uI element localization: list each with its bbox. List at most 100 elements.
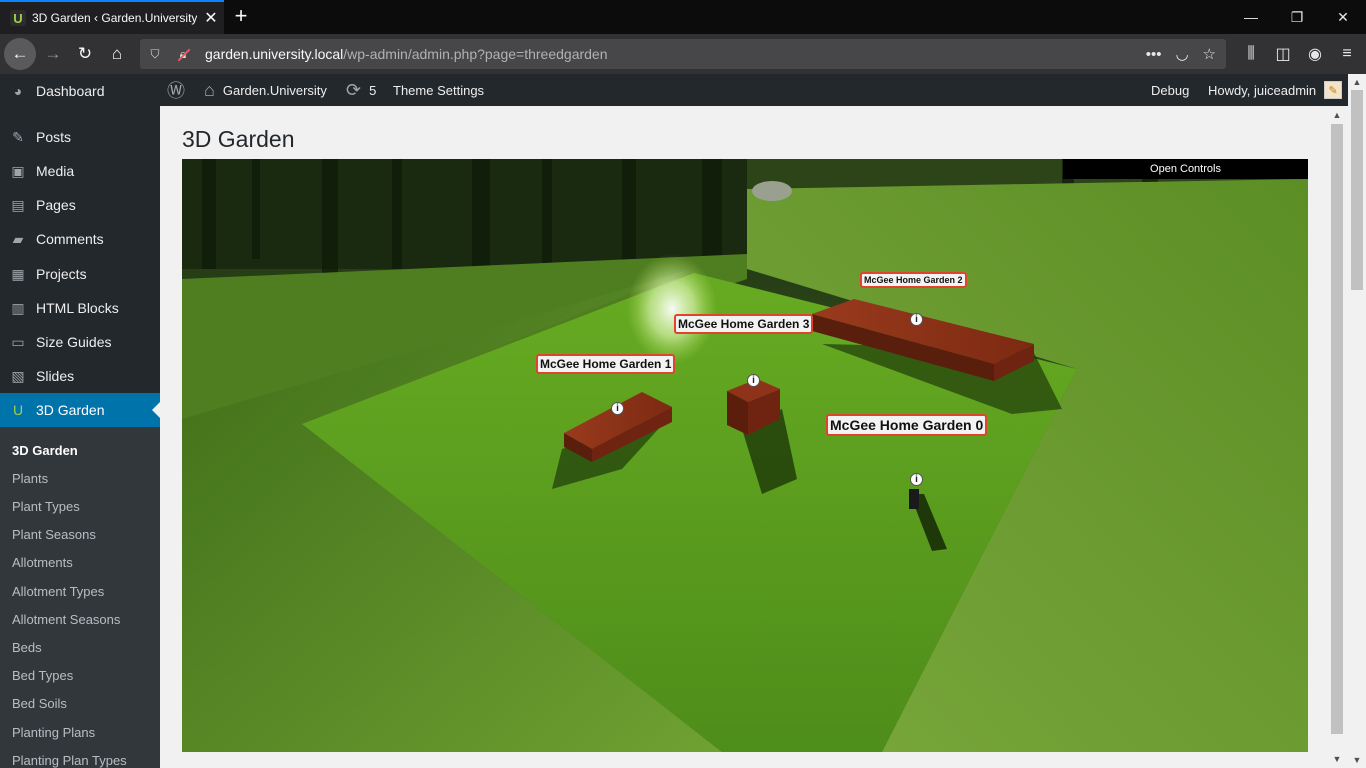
media-icon: ▣ [11,162,25,179]
arrow-left-icon: ← [11,44,29,63]
garden-label-3[interactable]: McGee Home Garden 3 [674,314,814,334]
comment-icon: ▰ [12,230,24,247]
garden-label-0[interactable]: McGee Home Garden 0 [826,414,988,436]
scroll-up-icon[interactable]: ▲ [1348,77,1366,87]
menu-label: Slides [36,368,75,384]
home-button[interactable]: ⌂ [102,39,132,69]
restore-button[interactable]: ❐ [1274,0,1320,34]
menu-label: Projects [36,266,87,282]
garden-label-2[interactable]: McGee Home Garden 2 [860,272,967,288]
menu-item-html-blocks[interactable]: ▥ HTML Blocks [0,291,160,325]
howdy-label: Howdy, juiceadmin [1208,82,1317,98]
garden-3d-canvas[interactable]: Open Controls McGee Home Garden 0 McGee … [182,159,1308,752]
scroll-up-icon[interactable]: ▲ [1328,110,1346,120]
debug-label: Debug [1151,82,1190,98]
info-icon[interactable]: i [910,313,923,326]
menu-item-size-guides[interactable]: ▭ Size Guides [0,325,160,359]
new-tab-button[interactable]: + [230,4,252,30]
account-menu[interactable]: Howdy, juiceadmin ✎ [1208,74,1343,106]
sidebar-icon[interactable]: ◫ [1274,44,1292,64]
avatar: ✎ [1324,81,1343,99]
submenu-item-bed-types[interactable]: Bed Types [12,668,73,683]
page-title: 3D Garden [182,126,295,152]
url-actions: ••• ◡ ☆ [1146,39,1216,69]
wp-logo-button[interactable]: Ⓦ [167,74,193,106]
page-scrollbar[interactable]: ▲ ▼ [1348,74,1366,768]
garden-label-1[interactable]: McGee Home Garden 1 [536,354,676,374]
site-favicon-icon: U [10,10,26,26]
site-name-link[interactable]: ⌂ Garden.University [204,74,327,106]
library-icon[interactable]: ⫼ [1242,45,1260,63]
menu-item-media[interactable]: ▣ Media [0,154,160,188]
open-controls-button[interactable]: Open Controls [1063,159,1308,179]
menu-item-comments[interactable]: ▰ Comments [0,222,160,256]
address-bar[interactable]: ⛉ 🔒︎ garden.university.local/wp-admin/ad… [140,39,1226,69]
submenu-item-beds[interactable]: Beds [12,640,42,655]
submenu-item-allotment-seasons[interactable]: Allotment Seasons [12,612,120,627]
blocks-icon: ▥ [11,299,25,316]
theme-settings-link[interactable]: Theme Settings [393,74,484,106]
home-icon: ⌂ [204,79,215,100]
menu-label: HTML Blocks [36,300,119,316]
submenu-item-planting-plans[interactable]: Planting Plans [12,725,95,740]
insecure-lock-icon[interactable]: 🔒︎ [176,47,190,62]
submenu-item-planting-plan-types[interactable]: Planting Plan Types [12,753,127,768]
info-icon[interactable]: i [611,402,624,415]
menu-item-posts[interactable]: ✎ Posts [0,120,160,154]
garden-submenu: 3D Garden Plants Plant Types Plant Seaso… [0,427,160,768]
pages-icon: ▤ [11,196,25,213]
submenu-item-allotments[interactable]: Allotments [12,555,73,570]
menu-item-3d-garden[interactable]: U 3D Garden [0,393,160,427]
tracking-shield-icon[interactable]: ⛉ [148,47,162,62]
info-icon[interactable]: i [747,374,760,387]
scene-render [182,159,1308,752]
submenu-item-3d-garden[interactable]: 3D Garden [12,443,78,458]
menu-icon[interactable]: ≡ [1338,45,1356,63]
content-scrollbar[interactable]: ▲ ▼ [1328,106,1346,768]
pin-icon: ✎ [12,128,24,145]
page-actions-icon[interactable]: ••• [1146,46,1162,63]
url-path: /wp-admin/admin.php?page=threedgarden [343,46,608,62]
browser-nav-bar: ← → ↻ ⌂ ⛉ 🔒︎ garden.university.local/wp-… [0,34,1366,74]
window-close-button[interactable]: ✕ [1320,0,1366,34]
bookmark-star-icon[interactable]: ☆ [1203,45,1216,63]
menu-item-pages[interactable]: ▤ Pages [0,188,160,222]
admin-bar: Ⓦ ⌂ Garden.University ⟳ 5 Theme Settings… [160,74,1366,106]
scrollbar-thumb[interactable] [1331,124,1343,734]
portfolio-icon: ▦ [11,265,25,282]
info-icon[interactable]: i [910,473,923,486]
menu-label: Size Guides [36,334,112,350]
scroll-down-icon[interactable]: ▼ [1328,754,1346,764]
submenu-item-plants[interactable]: Plants [12,471,48,486]
reload-button[interactable]: ↻ [70,39,100,69]
forward-button[interactable]: → [38,39,68,69]
updates-link[interactable]: ⟳ 5 [346,74,376,106]
dashboard-icon: ◕ [13,83,23,99]
back-button[interactable]: ← [4,38,36,70]
reload-icon: ↻ [77,44,93,63]
submenu-item-plant-types[interactable]: Plant Types [12,499,80,514]
scroll-down-icon[interactable]: ▼ [1348,755,1366,765]
tab-title: 3D Garden ‹ Garden.University — [32,11,197,25]
browser-tab[interactable]: U 3D Garden ‹ Garden.University — ✕ [0,0,224,34]
menu-label: Comments [36,231,104,247]
menu-label: 3D Garden [36,402,105,418]
minimize-button[interactable]: — [1228,0,1274,34]
scrollbar-thumb[interactable] [1351,90,1363,290]
menu-item-slides[interactable]: ▧ Slides [0,359,160,393]
wordpress-logo-icon: Ⓦ [167,81,185,101]
submenu-item-plant-seasons[interactable]: Plant Seasons [12,527,96,542]
debug-link[interactable]: Debug [1151,74,1189,106]
pocket-icon[interactable]: ◡ [1175,45,1188,63]
tab-close-icon[interactable]: ✕ [203,8,219,28]
toolbar-right: ⫼ ◫ ◉ ≡ [1242,34,1356,74]
submenu-item-allotment-types[interactable]: Allotment Types [12,584,104,599]
url-host: garden.university.local [205,46,344,62]
submenu-item-bed-soils[interactable]: Bed Soils [12,696,67,711]
ruler-icon: ▭ [11,333,25,350]
menu-item-projects[interactable]: ▦ Projects [0,257,160,291]
url-text[interactable]: garden.university.local/wp-admin/admin.p… [205,46,608,62]
account-icon[interactable]: ◉ [1306,44,1324,64]
menu-item-dashboard[interactable]: ◕ Dashboard [0,74,160,108]
browser-tab-bar: U 3D Garden ‹ Garden.University — ✕ + — … [0,0,1366,34]
